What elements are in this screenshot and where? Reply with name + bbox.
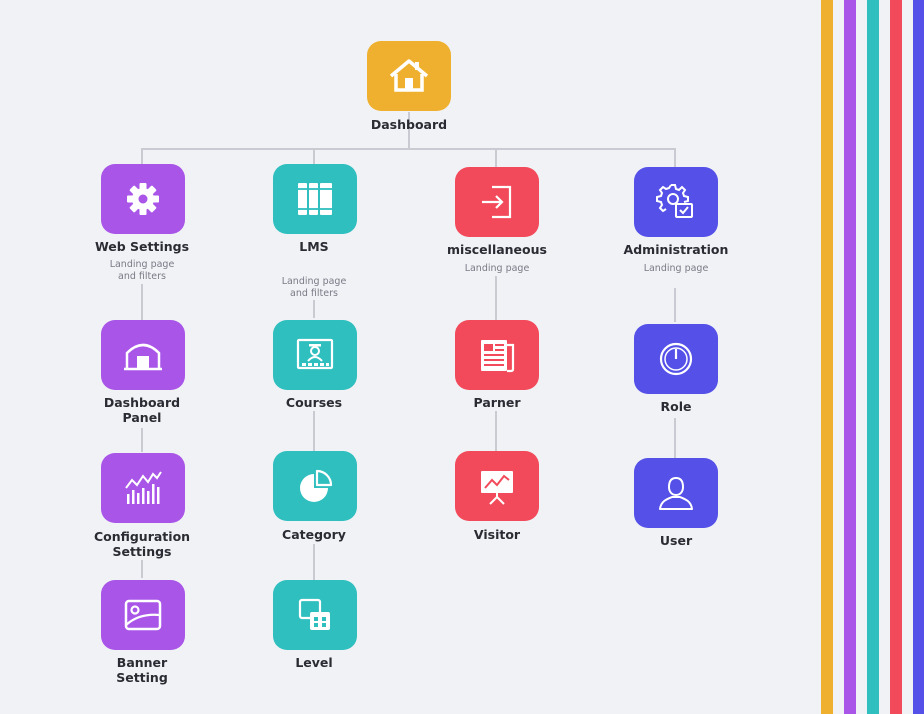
- lms-label: LMS: [299, 239, 329, 254]
- lms-subtitle: Landing page and filters: [281, 276, 347, 299]
- decorative-stripe-teal: [867, 0, 879, 714]
- user-label: User: [659, 533, 693, 548]
- visitor-node[interactable]: [455, 451, 539, 521]
- connector-col4: [674, 148, 676, 167]
- user-settings-icon: [656, 184, 693, 218]
- dashboard-panel-label: Dashboard Panel: [103, 395, 181, 425]
- miscellaneous-label: miscellaneous: [447, 242, 547, 257]
- web-settings-subtitle: Landing page and filters: [109, 259, 175, 282]
- parner-node[interactable]: [455, 320, 539, 390]
- administration-subtitle: Landing page: [643, 263, 709, 274]
- connector-col2: [313, 148, 315, 164]
- configuration-settings-label: Configuration Settings: [93, 529, 191, 559]
- user-node[interactable]: [634, 458, 718, 528]
- connector-misc-1: [495, 276, 497, 320]
- presentation-board-icon: [481, 471, 513, 505]
- gear-icon: [127, 183, 159, 215]
- visitor-label: Visitor: [473, 527, 521, 542]
- connector-admin-2: [674, 418, 676, 458]
- image-icon: [124, 599, 162, 631]
- connector-misc-2: [495, 411, 497, 451]
- role-node[interactable]: [634, 324, 718, 394]
- books-icon: [298, 183, 332, 215]
- analytics-chart-icon: [125, 471, 162, 504]
- dashboard-panel-node[interactable]: [101, 320, 185, 390]
- sign-in-icon: [482, 185, 512, 219]
- newspaper-icon: [481, 340, 515, 373]
- category-node[interactable]: [273, 451, 357, 521]
- decorative-stripe-red: [890, 0, 902, 714]
- connector-lms-3: [313, 544, 315, 580]
- house-icon: [389, 59, 429, 92]
- decorative-stripe-purple: [844, 0, 856, 714]
- connector-web-1: [141, 284, 143, 320]
- connector-admin-1: [674, 288, 676, 322]
- decorative-stripe-indigo: [913, 0, 924, 714]
- level-node[interactable]: [273, 580, 357, 650]
- parner-label: Parner: [473, 395, 521, 410]
- connector-col3: [495, 148, 497, 167]
- configuration-settings-node[interactable]: [101, 453, 185, 523]
- category-label: Category: [282, 527, 346, 542]
- user-icon: [659, 476, 693, 510]
- administration-label: Administration: [623, 242, 729, 257]
- power-icon: [659, 342, 693, 376]
- dashboard-node[interactable]: [367, 41, 451, 111]
- courses-label: Courses: [285, 395, 343, 410]
- connector-lms-2: [313, 411, 315, 451]
- classroom-board-icon: [296, 338, 334, 370]
- web-settings-label: Web Settings: [94, 239, 190, 254]
- role-label: Role: [660, 399, 692, 414]
- level-label: Level: [295, 655, 333, 670]
- connector-web-2: [141, 428, 143, 452]
- dashboard-label: Dashboard: [370, 117, 448, 132]
- courses-node[interactable]: [273, 320, 357, 390]
- lms-node[interactable]: [273, 164, 357, 234]
- miscellaneous-subtitle: Landing page: [464, 263, 530, 274]
- garage-icon: [124, 343, 162, 371]
- pie-chart-icon: [300, 469, 333, 502]
- connector-lms-1: [313, 300, 315, 318]
- decorative-stripe-orange: [821, 0, 833, 714]
- org-tree-diagram: Dashboard Web Settings Landing page and …: [0, 0, 924, 714]
- connector-horizontal: [141, 148, 676, 150]
- web-settings-node[interactable]: [101, 164, 185, 234]
- miscellaneous-node[interactable]: [455, 167, 539, 237]
- administration-node[interactable]: [634, 167, 718, 237]
- connector-web-3: [141, 560, 143, 578]
- banner-setting-label: Banner Setting: [116, 655, 168, 685]
- windows-icon: [298, 598, 330, 630]
- banner-setting-node[interactable]: [101, 580, 185, 650]
- connector-col1: [141, 148, 143, 164]
